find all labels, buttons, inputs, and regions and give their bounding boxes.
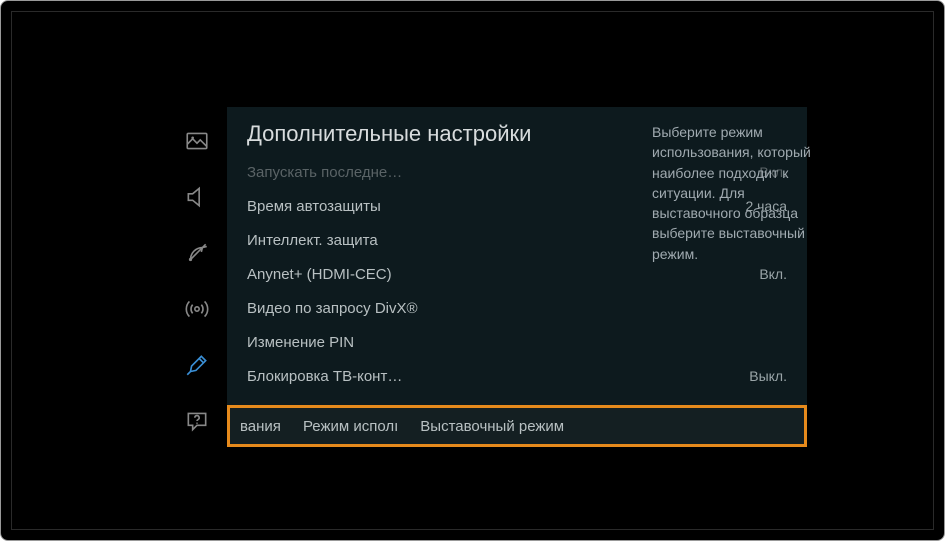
menu-item-tv-rating-lock[interactable]: Блокировка ТВ-конт… Выкл. [247, 359, 787, 393]
broadcast-icon[interactable] [183, 239, 211, 267]
menu-item-label: Блокировка ТВ-конт… [247, 368, 402, 385]
footer-cell: Режим исполı [303, 418, 398, 435]
menu-item-label: Anynet+ (HDMI-CEC) [247, 266, 392, 283]
usage-mode-row[interactable]: вания Режим исполı Выставочный режим [227, 405, 807, 447]
sound-icon[interactable] [183, 183, 211, 211]
network-icon[interactable] [183, 295, 211, 323]
menu-item-divx[interactable]: Видео по запросу DivX® [247, 291, 787, 325]
menu-item-label: Время автозащиты [247, 198, 381, 215]
menu-item-value: Выкл. [749, 368, 787, 384]
tv-screen: Дополнительные настройки Запускать после… [11, 11, 934, 530]
tv-frame: Дополнительные настройки Запускать после… [0, 0, 945, 541]
support-icon[interactable] [183, 407, 211, 435]
help-text: Выберите режим использования, который на… [652, 122, 812, 264]
menu-item-change-pin[interactable]: Изменение PIN [247, 325, 787, 359]
picture-icon[interactable] [183, 127, 211, 155]
footer-cell: вания [240, 418, 281, 435]
menu-item-value: Вкл. [759, 266, 787, 282]
system-icon[interactable] [183, 351, 211, 379]
footer-cell: Выставочный режим [420, 418, 564, 435]
menu-item-label: Изменение PIN [247, 334, 354, 351]
menu-item-label: Видео по запросу DivX® [247, 300, 418, 317]
sidebar [167, 107, 227, 447]
menu-item-label: Запускать последне… [247, 164, 402, 181]
menu-item-label: Интеллект. защита [247, 232, 378, 249]
